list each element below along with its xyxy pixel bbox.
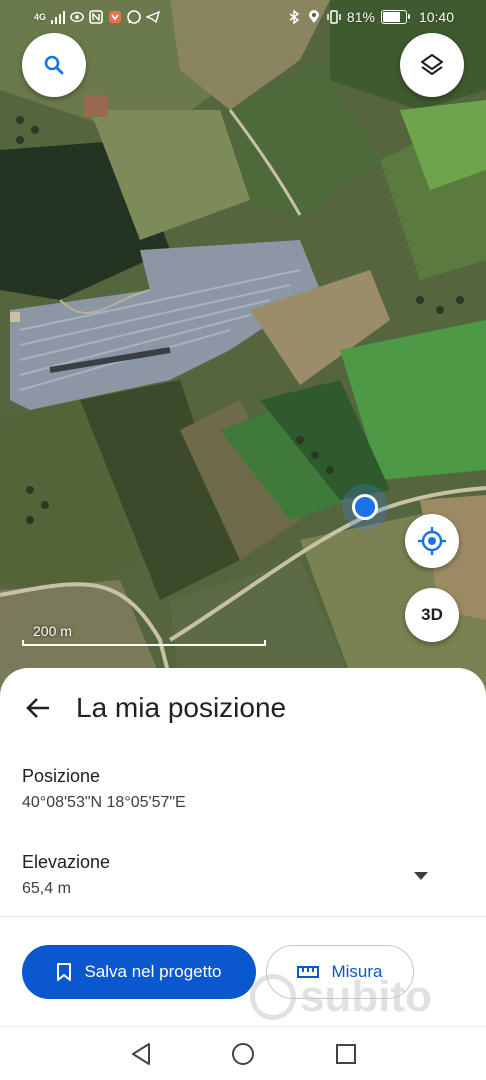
view-3d-label: 3D (421, 605, 443, 624)
eye-icon (70, 11, 84, 23)
battery-icon (380, 10, 410, 24)
divider (0, 916, 486, 917)
current-location-dot (352, 494, 378, 520)
view-3d-button[interactable]: 3D (405, 588, 459, 642)
back-button[interactable] (20, 690, 56, 726)
elevation-expand-button[interactable] (408, 863, 434, 889)
subito-logo-icon (250, 974, 296, 1020)
signal-icon (51, 11, 66, 24)
status-right: 81% 10:40 (287, 8, 454, 26)
whatsapp-icon (127, 10, 141, 24)
position-label: Posizione (22, 766, 101, 786)
scale-label: 200 m (33, 623, 72, 639)
nav-home-button[interactable] (230, 1041, 256, 1067)
bluetooth-icon (289, 10, 300, 24)
shield-app-icon (109, 11, 122, 23)
status-bar: 4G 81% 10:40 (0, 0, 486, 34)
nav-recents-button[interactable] (333, 1041, 359, 1067)
my-location-button[interactable] (405, 514, 459, 568)
search-button[interactable] (22, 33, 86, 97)
layers-button[interactable] (400, 33, 464, 97)
elevation-value: 65,4 m (22, 880, 71, 897)
save-to-project-label: Salva nel progetto (84, 962, 222, 981)
network-type: 4G (34, 12, 47, 22)
battery-percent: 81% (346, 9, 375, 25)
vibrate-icon (327, 10, 341, 24)
nfc-icon (89, 10, 103, 24)
my-location-icon (418, 527, 446, 555)
nav-back-button[interactable] (128, 1041, 154, 1067)
scale-bar (22, 640, 266, 646)
elevation-label: Elevazione (22, 852, 111, 872)
arrow-back-icon (26, 698, 49, 718)
battery-level (382, 12, 401, 22)
status-left: 4G (34, 8, 161, 26)
square-recents-icon (336, 1044, 356, 1064)
dropdown-arrow-icon (414, 872, 428, 880)
triangle-back-icon (132, 1043, 150, 1065)
bookmark-icon (57, 963, 72, 981)
position-value[interactable]: 40°08'53"N 18°05'57"E (22, 794, 186, 812)
sheet-title: La mia posizione (76, 692, 287, 723)
map-scale: 200 m (22, 623, 266, 646)
system-navigation-bar (0, 1026, 486, 1080)
circle-home-icon (232, 1043, 254, 1065)
subito-watermark: subito (250, 968, 460, 1026)
search-icon (44, 55, 64, 75)
clock: 10:40 (418, 9, 454, 25)
save-to-project-button[interactable]: Salva nel progetto (22, 945, 256, 999)
location-pin-icon (308, 10, 319, 23)
telegram-icon (146, 10, 161, 24)
watermark-text: subito (300, 972, 432, 1021)
layers-icon (421, 54, 443, 75)
